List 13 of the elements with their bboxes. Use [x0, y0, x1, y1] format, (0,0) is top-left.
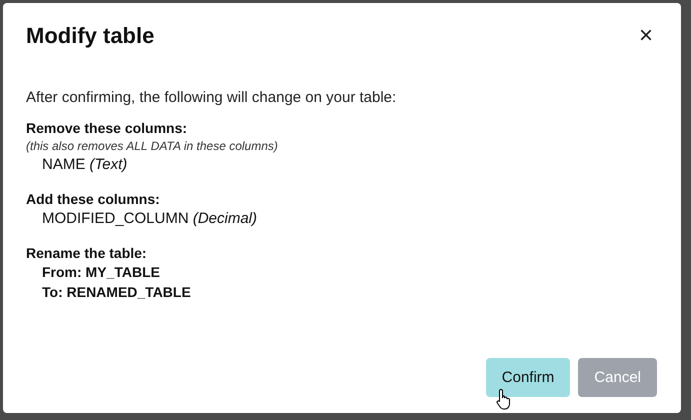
dialog-title: Modify table: [26, 23, 154, 49]
hand-cursor-icon: [496, 388, 512, 410]
change-item: From: MY_TABLE: [41, 264, 161, 280]
section-heading: Rename the table:: [26, 245, 148, 261]
confirm-button[interactable]: Confirm: [486, 358, 570, 397]
intro-text: After confirming, the following will change on your table:: [26, 89, 398, 106]
warning-note: (this also removes ALL DATA in these columns): [26, 139, 279, 153]
section-heading: Add these columns:: [26, 191, 161, 207]
close-button[interactable]: ×: [634, 24, 657, 48]
change-item: MODIFIED_COLUMN (Decimal): [41, 210, 258, 227]
section-heading: Remove these columns:: [26, 120, 188, 136]
change-item: To: RENAMED_TABLE: [41, 284, 192, 300]
change-item: NAME (Text): [41, 156, 128, 173]
